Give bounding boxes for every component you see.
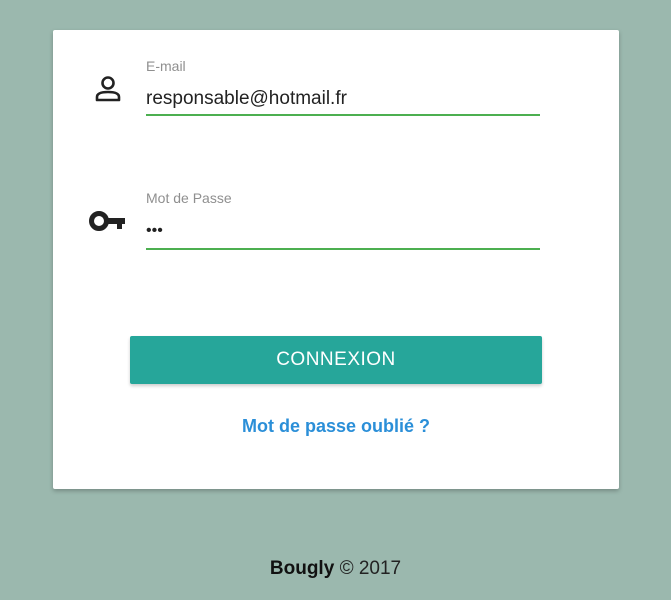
person-icon	[95, 76, 121, 102]
password-field[interactable]: •••	[146, 218, 540, 250]
footer-copyright: © 2017	[339, 558, 402, 579]
email-field[interactable]	[146, 84, 540, 116]
email-field-group: E-mail	[146, 58, 540, 130]
password-field-group: Mot de Passe •••	[146, 190, 540, 262]
key-icon	[89, 211, 125, 231]
footer-brand: Bougly	[269, 558, 335, 579]
login-card: E-mail Mot de Passe ••• CONNEXION Mot de…	[53, 30, 619, 489]
login-button[interactable]: CONNEXION	[130, 336, 542, 384]
email-label: E-mail	[146, 58, 186, 74]
footer: Bougly © 2017	[0, 558, 671, 580]
forgot-password-link[interactable]: Mot de passe oublié ?	[53, 416, 619, 437]
password-label: Mot de Passe	[146, 190, 232, 206]
